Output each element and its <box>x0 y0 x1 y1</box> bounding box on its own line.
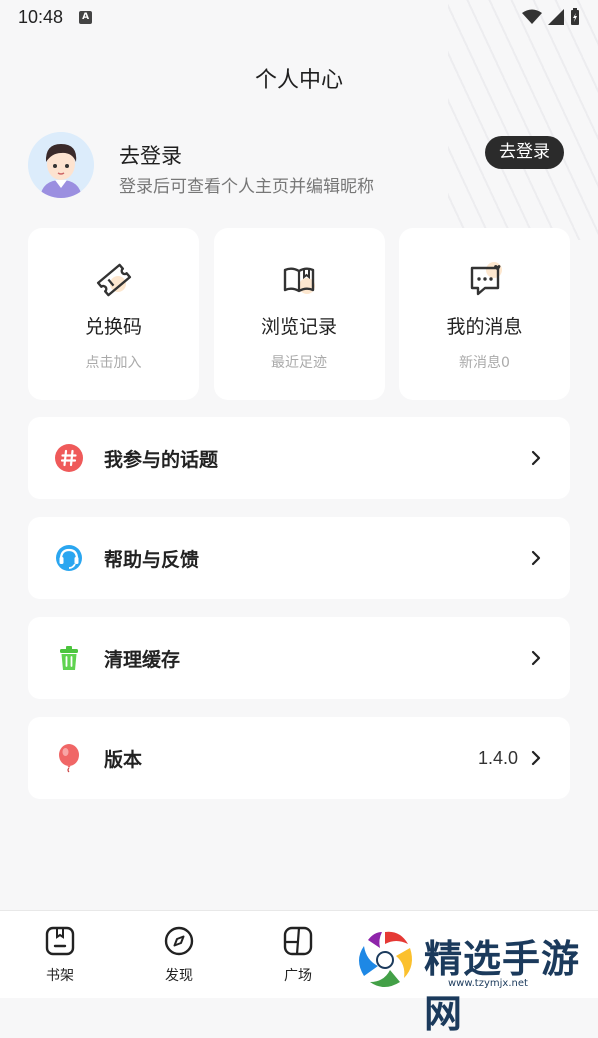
version-value: 1.4.0 <box>477 747 518 768</box>
book-icon <box>283 267 315 294</box>
signal-icon <box>548 9 564 25</box>
menu-item-my-topics[interactable]: 我参与的话题 <box>28 417 570 499</box>
page-title: 个人中心 <box>254 68 343 93</box>
card-redeem-code[interactable]: 兑换码 点击加入 <box>28 228 199 400</box>
quick-cards: 兑换码 点击加入 浏览记录 最近足迹 我的消息 新消息0 <box>28 228 570 400</box>
tab-bookshelf[interactable]: 书架 <box>20 925 100 985</box>
headset-icon <box>56 545 82 571</box>
card-title: 兑换码 <box>84 316 142 338</box>
card-browse-history[interactable]: 浏览记录 最近足迹 <box>213 228 385 400</box>
profile-hint: 登录后可查看个人主页并编辑昵称 <box>119 177 374 197</box>
tab-plaza[interactable]: 广场 <box>258 925 338 985</box>
tab-label: 书架 <box>46 968 74 984</box>
square-icon <box>283 926 313 956</box>
card-subtitle: 点击加入 <box>85 355 142 371</box>
bookshelf-icon <box>45 926 75 956</box>
card-title: 我的消息 <box>446 316 523 338</box>
trash-icon <box>60 646 78 670</box>
ticket-icon <box>96 263 131 297</box>
card-my-messages[interactable]: 我的消息 新消息0 <box>399 228 570 400</box>
menu-label: 版本 <box>104 748 143 771</box>
profile-name[interactable]: 去登录 <box>119 140 182 170</box>
login-button[interactable]: 去登录 <box>485 136 564 169</box>
message-icon <box>470 262 502 296</box>
watermark-url: www.tzymjx.net <box>448 978 528 989</box>
header-decoration <box>448 0 598 240</box>
balloon-icon <box>59 744 79 773</box>
menu-label: 我参与的话题 <box>104 448 219 471</box>
profile-section: 去登录 登录后可查看个人主页并编辑昵称 去登录 <box>28 132 570 202</box>
tab-label: 广场 <box>284 968 312 984</box>
watermark: 精选手游网 www.tzymjx.net <box>352 922 598 1036</box>
status-time: 10:48 <box>18 6 64 27</box>
menu-label: 清理缓存 <box>104 648 181 671</box>
menu-item-version[interactable]: 版本 1.4.0 <box>28 717 570 799</box>
card-title: 浏览记录 <box>260 316 337 338</box>
card-subtitle: 最近足迹 <box>271 355 327 371</box>
battery-icon <box>571 8 579 25</box>
tab-label: 发现 <box>165 968 193 984</box>
chevron-right-icon <box>531 450 541 466</box>
avatar[interactable] <box>28 132 94 198</box>
compass-icon <box>164 926 194 956</box>
sim-indicator-icon: A <box>79 10 93 24</box>
tab-discover[interactable]: 发现 <box>139 925 219 985</box>
watermark-logo-icon <box>359 931 412 987</box>
menu-label: 帮助与反馈 <box>104 548 200 571</box>
hashtag-icon <box>55 444 83 472</box>
card-subtitle: 新消息0 <box>459 355 510 371</box>
chevron-right-icon <box>531 750 541 766</box>
status-icons <box>522 8 580 26</box>
status-bar: 10:48 A <box>0 0 598 34</box>
chevron-right-icon <box>531 550 541 566</box>
menu-item-clear-cache[interactable]: 清理缓存 <box>28 617 570 699</box>
chevron-right-icon <box>531 650 541 666</box>
menu-item-help-feedback[interactable]: 帮助与反馈 <box>28 517 570 599</box>
wifi-icon <box>522 9 542 24</box>
